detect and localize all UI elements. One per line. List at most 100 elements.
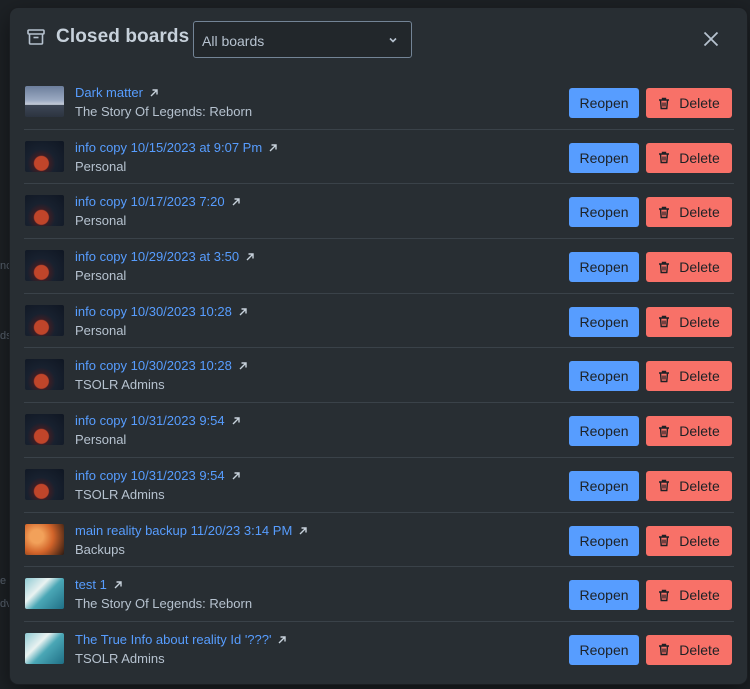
close-button[interactable]	[696, 24, 726, 54]
delete-button[interactable]: Delete	[646, 580, 732, 611]
dialog-title: Closed boards	[56, 26, 190, 47]
delete-label: Delete	[679, 313, 720, 330]
board-name: info copy 10/15/2023 at 9:07 Pm	[75, 139, 263, 155]
board-link[interactable]: info copy 10/15/2023 at 9:07 Pm	[75, 140, 278, 155]
delete-label: Delete	[679, 532, 720, 549]
trash-icon	[659, 370, 670, 383]
reopen-button[interactable]: Reopen	[569, 252, 639, 283]
reopen-button[interactable]: Reopen	[569, 306, 639, 337]
external-link-icon	[278, 636, 287, 644]
board-filter-value: All boards	[202, 33, 265, 49]
external-link-icon	[239, 308, 247, 316]
board-link[interactable]: info copy 10/31/2023 9:54	[75, 468, 241, 483]
board-thumbnail	[25, 250, 64, 282]
board-thumbnail	[25, 414, 64, 446]
delete-button[interactable]: Delete	[646, 525, 732, 556]
delete-button[interactable]: Delete	[646, 197, 732, 228]
external-link-icon	[246, 253, 254, 261]
delete-label: Delete	[679, 477, 720, 494]
close-icon	[703, 31, 719, 47]
trash-icon	[659, 316, 670, 328]
board-thumbnail	[25, 140, 64, 172]
board-link[interactable]: test 1	[75, 577, 123, 592]
delete-button[interactable]: Delete	[646, 142, 732, 173]
chevron-down-icon	[389, 37, 397, 43]
delete-label: Delete	[679, 149, 720, 166]
closed-boards-dialog: Closed boards All boards Dark matter The…	[10, 8, 747, 684]
workspace-name: Personal	[75, 268, 127, 284]
external-link-icon	[232, 198, 240, 206]
trash-icon	[659, 261, 670, 273]
reopen-button[interactable]: Reopen	[569, 634, 639, 665]
board-thumbnail	[25, 578, 64, 610]
external-link-icon	[150, 89, 158, 97]
trash-icon	[659, 480, 670, 492]
delete-button[interactable]: Delete	[646, 306, 732, 337]
board-link[interactable]: main reality backup 11/20/23 3:14 PM	[75, 523, 308, 538]
external-link-icon	[299, 526, 307, 534]
reopen-button[interactable]: Reopen	[569, 525, 639, 556]
workspace-name: Personal	[75, 158, 127, 174]
reopen-button[interactable]: Reopen	[569, 361, 639, 392]
board-row: Dark matter The Story Of Legends: Reborn…	[24, 75, 734, 130]
workspace-name: Personal	[75, 322, 127, 338]
board-name: test 1	[75, 577, 107, 593]
board-row: test 1 The Story Of Legends: Reborn Reop…	[24, 567, 734, 622]
trash-icon	[659, 151, 670, 164]
reopen-button[interactable]: Reopen	[569, 580, 639, 611]
board-link[interactable]: info copy 10/17/2023 7:20	[75, 194, 241, 209]
reopen-button[interactable]: Reopen	[569, 197, 639, 228]
board-filter-select[interactable]: All boards	[193, 21, 412, 58]
board-name: info copy 10/17/2023 7:20	[75, 194, 225, 210]
board-link[interactable]: info copy 10/30/2023 10:28	[75, 358, 248, 373]
workspace-name: TSOLR Admins	[75, 486, 165, 502]
board-row: info copy 10/15/2023 at 9:07 Pm Personal…	[24, 130, 734, 185]
board-link[interactable]: Dark matter	[75, 85, 159, 100]
board-row: info copy 10/29/2023 at 3:50 Personal Re…	[24, 239, 734, 294]
reopen-button[interactable]: Reopen	[569, 470, 639, 501]
trash-icon	[659, 534, 670, 547]
board-row: The True Info about reality Id '???' TSO…	[24, 622, 734, 677]
delete-button[interactable]: Delete	[646, 470, 732, 501]
delete-button[interactable]: Delete	[646, 88, 732, 118]
board-name: info copy 10/29/2023 at 3:50	[75, 249, 240, 265]
board-thumbnail	[25, 523, 64, 555]
delete-button[interactable]: Delete	[646, 416, 732, 447]
board-link[interactable]: info copy 10/31/2023 9:54	[75, 413, 241, 428]
trash-icon	[659, 644, 670, 656]
delete-button[interactable]: Delete	[646, 634, 732, 665]
board-thumbnail	[25, 195, 64, 227]
delete-button[interactable]: Delete	[646, 361, 732, 392]
board-row: info copy 10/30/2023 10:28 TSOLR Admins …	[24, 348, 734, 404]
board-link[interactable]: info copy 10/29/2023 at 3:50	[75, 249, 255, 264]
trash-icon	[659, 97, 670, 109]
reopen-button[interactable]: Reopen	[569, 416, 639, 447]
board-name: Dark matter	[75, 85, 143, 100]
backdrop-fragment: e	[0, 575, 7, 587]
board-name: info copy 10/31/2023 9:54	[75, 413, 225, 429]
trash-icon	[659, 425, 670, 437]
reopen-button[interactable]: Reopen	[569, 142, 639, 173]
closed-board-list: Dark matter The Story Of Legends: Reborn…	[24, 75, 734, 677]
delete-button[interactable]: Delete	[646, 252, 732, 283]
workspace-name: TSOLR Admins	[75, 650, 165, 666]
board-link[interactable]: The True Info about reality Id '???'	[75, 632, 287, 647]
workspace-name: The Story Of Legends: Reborn	[75, 596, 253, 612]
trash-icon	[659, 206, 670, 219]
board-name: info copy 10/30/2023 10:28	[75, 303, 232, 319]
board-link[interactable]: info copy 10/30/2023 10:28	[75, 304, 248, 319]
workspace-name: Personal	[75, 432, 127, 448]
workspace-name: Backups	[75, 541, 125, 557]
board-thumbnail	[25, 86, 64, 117]
board-row: main reality backup 11/20/23 3:14 PM Bac…	[24, 513, 734, 568]
board-thumbnail	[25, 468, 64, 500]
board-row: info copy 10/31/2023 9:54 Personal Reope…	[24, 403, 734, 458]
external-link-icon	[114, 581, 122, 589]
reopen-button[interactable]: Reopen	[569, 88, 639, 118]
board-row: info copy 10/31/2023 9:54 TSOLR Admins R…	[24, 458, 734, 513]
board-name: The True Info about reality Id '???'	[75, 631, 272, 647]
board-thumbnail	[25, 632, 64, 664]
archive-icon	[27, 29, 45, 45]
delete-label: Delete	[679, 587, 720, 604]
delete-label: Delete	[679, 204, 720, 221]
